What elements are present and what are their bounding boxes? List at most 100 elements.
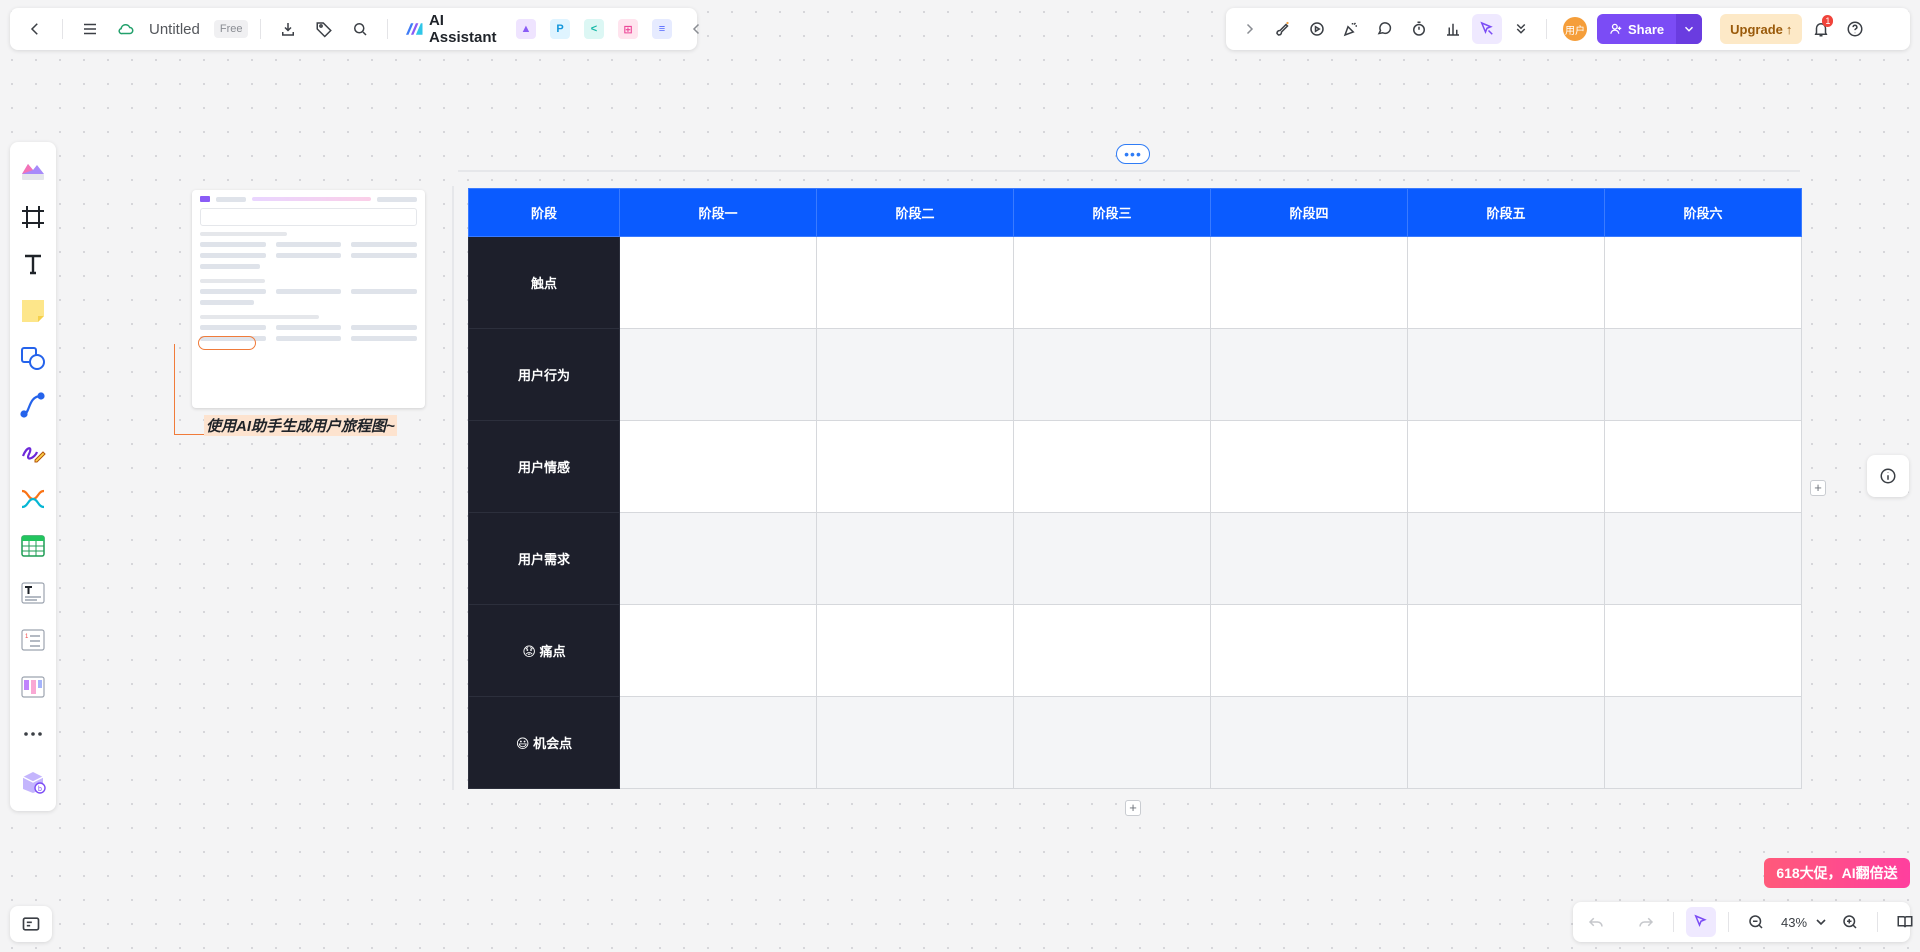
celebrate-icon[interactable]	[1336, 14, 1366, 44]
undo-icon[interactable]	[1581, 907, 1611, 937]
ai-image-icon[interactable]: ▲	[516, 19, 536, 39]
user-journey-table[interactable]: 阶段 阶段一 阶段二 阶段三 阶段四 阶段五 阶段六 触点 用户行为 用户情感 …	[468, 188, 1802, 789]
table-cell[interactable]	[1604, 696, 1802, 789]
table-cell[interactable]	[619, 696, 817, 789]
table-icon[interactable]	[15, 528, 51, 564]
table-cell[interactable]	[1210, 328, 1408, 421]
back-icon[interactable]	[20, 14, 50, 44]
kanban-icon[interactable]	[15, 669, 51, 705]
table-cell[interactable]	[1604, 420, 1802, 513]
search-icon[interactable]	[345, 14, 375, 44]
frame-icon[interactable]	[15, 199, 51, 235]
plugin-box-icon[interactable]: b	[15, 763, 51, 799]
stage-header-cell[interactable]: 阶段二	[816, 188, 1014, 237]
sticky-note-icon[interactable]	[15, 293, 51, 329]
shape-icon[interactable]	[15, 340, 51, 376]
promo-banner[interactable]: 618大促，AI翻倍送	[1764, 858, 1910, 888]
download-icon[interactable]	[273, 14, 303, 44]
share-dropdown-icon[interactable]	[1676, 14, 1703, 44]
guide-book-icon[interactable]	[1890, 907, 1920, 937]
table-cell[interactable]	[1210, 420, 1408, 513]
notification-bell-icon[interactable]: 1	[1806, 14, 1836, 44]
ai-flowchart-icon[interactable]: ⊞	[618, 19, 638, 39]
table-cell[interactable]	[1013, 604, 1211, 697]
more-chevron-icon[interactable]	[1506, 14, 1536, 44]
zoom-level[interactable]: 43%	[1781, 915, 1807, 930]
text-icon[interactable]	[15, 246, 51, 282]
ai-chat-icon[interactable]: ≡	[652, 19, 672, 39]
help-icon[interactable]	[1840, 14, 1870, 44]
table-cell[interactable]	[1407, 328, 1605, 421]
table-cell[interactable]	[1013, 512, 1211, 605]
zoom-dropdown-icon[interactable]	[1813, 907, 1829, 937]
document-title[interactable]: Untitled	[149, 21, 200, 38]
table-cell[interactable]	[1407, 696, 1605, 789]
table-cell[interactable]	[1407, 420, 1605, 513]
table-cell[interactable]	[1013, 696, 1211, 789]
table-cell[interactable]	[1210, 512, 1408, 605]
row-header-cell[interactable]: 😃 机会点	[468, 696, 620, 789]
ai-brush-icon[interactable]	[1268, 14, 1298, 44]
table-cell[interactable]	[1013, 236, 1211, 329]
list-icon[interactable]: 1	[15, 622, 51, 658]
table-cell[interactable]	[1013, 420, 1211, 513]
info-button[interactable]	[1867, 455, 1909, 497]
table-cell[interactable]	[816, 328, 1014, 421]
table-more-options-button[interactable]: •••	[1116, 144, 1150, 164]
table-cell[interactable]	[619, 604, 817, 697]
row-header-cell[interactable]: 触点	[468, 236, 620, 329]
present-icon[interactable]	[1302, 14, 1332, 44]
zoom-out-icon[interactable]	[1741, 907, 1771, 937]
redo-icon[interactable]	[1631, 907, 1661, 937]
table-cell[interactable]	[619, 420, 817, 513]
table-cell[interactable]	[1604, 604, 1802, 697]
text-block-icon[interactable]	[15, 575, 51, 611]
select-pointer-icon[interactable]	[1686, 907, 1716, 937]
zoom-in-icon[interactable]	[1835, 907, 1865, 937]
table-cell[interactable]	[1407, 604, 1605, 697]
table-cell[interactable]	[816, 236, 1014, 329]
cursor-follow-icon[interactable]	[1472, 14, 1502, 44]
table-cell[interactable]	[1210, 236, 1408, 329]
stage-header-cell[interactable]: 阶段三	[1013, 188, 1211, 237]
collapse-toolbar-icon[interactable]	[682, 14, 712, 44]
table-cell[interactable]	[816, 604, 1014, 697]
menu-icon[interactable]	[75, 14, 105, 44]
ai-assistant-button[interactable]: AI Assistant	[400, 12, 506, 46]
table-cell[interactable]	[816, 696, 1014, 789]
mindmap-icon[interactable]	[15, 481, 51, 517]
annotation-text[interactable]: 使用AI助手生成用户旅程图~	[204, 415, 397, 436]
table-cell[interactable]	[1407, 512, 1605, 605]
table-cell[interactable]	[1210, 604, 1408, 697]
table-cell[interactable]	[619, 328, 817, 421]
templates-icon[interactable]	[15, 152, 51, 188]
row-header-cell[interactable]: 😟 痛点	[468, 604, 620, 697]
stage-header-cell[interactable]: 阶段五	[1407, 188, 1605, 237]
timer-icon[interactable]	[1404, 14, 1434, 44]
stage-header-cell[interactable]: 阶段四	[1210, 188, 1408, 237]
expand-toolbar-icon[interactable]	[1234, 14, 1264, 44]
connector-icon[interactable]	[15, 387, 51, 423]
table-cell[interactable]	[1604, 236, 1802, 329]
minimap-toggle[interactable]	[10, 906, 52, 942]
avatar[interactable]: 用户	[1563, 17, 1587, 41]
table-cell[interactable]	[1604, 512, 1802, 605]
table-cell[interactable]	[816, 512, 1014, 605]
tag-icon[interactable]	[309, 14, 339, 44]
table-cell[interactable]	[1013, 328, 1211, 421]
row-header-cell[interactable]: 用户需求	[468, 512, 620, 605]
add-column-button[interactable]: +	[1810, 480, 1826, 496]
stage-header-cell[interactable]: 阶段一	[619, 188, 817, 237]
ai-presentation-icon[interactable]: P	[550, 19, 570, 39]
comment-icon[interactable]	[1370, 14, 1400, 44]
add-row-button[interactable]: +	[1125, 800, 1141, 816]
table-cell[interactable]	[816, 420, 1014, 513]
vote-icon[interactable]	[1438, 14, 1468, 44]
share-button[interactable]: Share	[1597, 14, 1703, 44]
ai-mindmap-icon[interactable]: <	[584, 19, 604, 39]
table-cell[interactable]	[1210, 696, 1408, 789]
upgrade-button[interactable]: Upgrade ↑	[1720, 14, 1803, 44]
table-cell[interactable]	[619, 512, 817, 605]
row-header-cell[interactable]: 用户行为	[468, 328, 620, 421]
table-cell[interactable]	[1407, 236, 1605, 329]
